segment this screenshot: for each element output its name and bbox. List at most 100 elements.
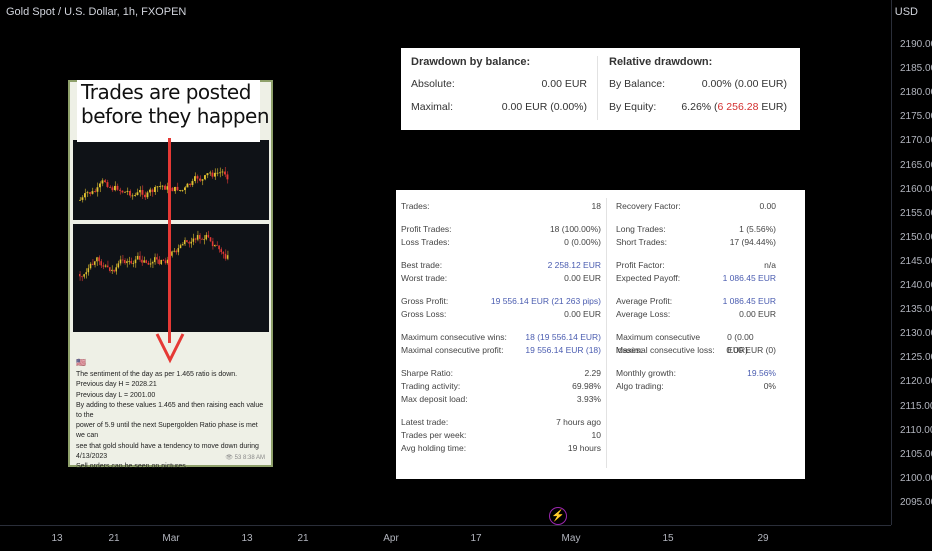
mini-candle bbox=[192, 238, 195, 242]
mini-candle bbox=[226, 174, 229, 180]
time-tick: 21 bbox=[108, 533, 120, 544]
mini-candle bbox=[216, 245, 218, 246]
mini-chart-top bbox=[73, 140, 269, 220]
mini-candle bbox=[160, 259, 162, 265]
maximal-value: 0.00 EUR (0.00%) bbox=[501, 101, 587, 113]
mini-candle bbox=[164, 185, 166, 190]
stat-value: 7 hours ago bbox=[556, 417, 601, 427]
stat-value: 1 086.45 EUR bbox=[722, 273, 776, 283]
mini-candle bbox=[143, 260, 145, 263]
symbol-title[interactable]: Gold Spot / U.S. Dollar, 1h, FXOPEN bbox=[6, 6, 186, 18]
mini-candle bbox=[179, 190, 181, 191]
stat-row: Trades: 18 bbox=[401, 200, 601, 213]
mini-candle bbox=[177, 248, 180, 253]
mini-candle bbox=[201, 179, 204, 181]
stat-value: 0.00 EUR bbox=[564, 309, 601, 319]
stat-row: Maximal consecutive profit: 19 556.14 EUR… bbox=[401, 344, 601, 357]
mini-candle bbox=[94, 261, 96, 265]
mini-candle bbox=[104, 180, 106, 183]
stat-row: Max deposit load: 3.93% bbox=[401, 393, 601, 406]
mini-candle bbox=[159, 186, 161, 187]
stat-label: Maximum consecutive wins: bbox=[401, 332, 507, 342]
stat-value: 0 (0.00%) bbox=[564, 237, 601, 247]
by-equity-suffix: EUR) bbox=[758, 101, 787, 113]
stat-label: Profit Trades: bbox=[401, 224, 452, 234]
time-axis[interactable]: 13 21 Mar 13 21 Apr 17 May 15 29 bbox=[0, 525, 891, 551]
stat-row: Monthly growth: 19.56% bbox=[616, 367, 776, 380]
stat-value: 10 bbox=[591, 430, 601, 440]
mini-candle bbox=[119, 189, 121, 191]
divider bbox=[606, 198, 607, 468]
price-tick: 2180.00 bbox=[900, 87, 932, 99]
stat-row: Gross Profit: 19 556.14 EUR (21 263 pips) bbox=[401, 295, 601, 308]
stats-right-column: Recovery Factor: 0.00 Long Trades: 1 (5.56%… bbox=[616, 200, 776, 393]
mini-candle bbox=[216, 172, 219, 174]
stat-label: Best trade: bbox=[401, 260, 443, 270]
mini-candle bbox=[162, 259, 165, 261]
stat-value: 17 (94.44%) bbox=[729, 237, 776, 247]
by-balance-value: 0.00% (0.00 EUR) bbox=[701, 78, 787, 90]
absolute-value: 0.00 EUR bbox=[541, 78, 587, 90]
stat-value: 0% bbox=[763, 381, 776, 391]
price-axis[interactable]: 2190.00 2185.00 2180.00 2175.00 2170.00 2165.… bbox=[891, 0, 932, 525]
stat-value: 18 (19 556.14 EUR) bbox=[525, 332, 601, 342]
stat-row: Algo trading: 0% bbox=[616, 380, 776, 393]
divider bbox=[597, 56, 598, 120]
stat-row: Recovery Factor: 0.00 bbox=[616, 200, 776, 213]
mini-candle bbox=[130, 260, 132, 264]
mini-candle bbox=[124, 191, 126, 193]
time-tick: Mar bbox=[162, 533, 180, 544]
mini-candle bbox=[96, 257, 98, 262]
stat-row: Sharpe Ratio: 2.29 bbox=[401, 367, 601, 380]
price-tick: 2120.00 bbox=[900, 376, 932, 388]
mini-candle bbox=[109, 186, 111, 188]
mini-candle bbox=[156, 186, 159, 188]
stat-row: Trades per week: 10 bbox=[401, 429, 601, 442]
mini-candle bbox=[128, 260, 130, 262]
stat-row: Long Trades: 1 (5.56%) bbox=[616, 223, 776, 236]
stat-row: Loss Trades: 0 (0.00%) bbox=[401, 236, 601, 249]
mini-candle bbox=[114, 185, 116, 191]
red-arrow-line bbox=[168, 138, 171, 343]
mini-candle bbox=[181, 190, 184, 191]
stat-value: 0.00 EUR bbox=[564, 273, 601, 283]
stat-value: 18 bbox=[591, 201, 601, 211]
time-tick: 21 bbox=[297, 533, 309, 544]
mini-candle bbox=[139, 255, 141, 260]
stat-row: Best trade: 2 258.12 EUR bbox=[401, 259, 601, 272]
mini-candle bbox=[188, 242, 190, 244]
stat-label: Short Trades: bbox=[616, 237, 668, 247]
mini-candle bbox=[109, 267, 111, 271]
mini-candle bbox=[226, 255, 229, 259]
time-tick: 17 bbox=[470, 533, 482, 544]
lightning-icon[interactable]: ⚡ bbox=[549, 507, 567, 525]
mini-candle bbox=[176, 186, 179, 191]
price-tick: 2150.00 bbox=[900, 231, 932, 243]
mini-candle bbox=[104, 265, 107, 267]
mini-candle bbox=[136, 255, 139, 260]
mini-candle bbox=[134, 194, 136, 196]
stat-value: 1 (5.56%) bbox=[739, 224, 776, 234]
stat-value: 69.98% bbox=[572, 381, 601, 391]
by-balance-label: By Balance: bbox=[609, 78, 666, 90]
post-text-line: Previous day H = 2028.21 bbox=[76, 381, 157, 389]
mini-candle bbox=[116, 185, 119, 190]
mini-candle bbox=[131, 195, 134, 197]
stat-label: Average Loss: bbox=[616, 309, 671, 319]
price-tick: 2130.00 bbox=[900, 328, 932, 340]
mini-candle bbox=[85, 272, 87, 275]
mini-candle bbox=[175, 250, 177, 253]
drawdown-card: Drawdown by balance: Absolute: 0.00 EUR M… bbox=[401, 48, 800, 130]
mini-candle bbox=[81, 197, 84, 200]
stat-value: 2 258.12 EUR bbox=[547, 260, 601, 270]
price-tick: 2155.00 bbox=[900, 207, 932, 219]
mini-candle bbox=[126, 261, 128, 264]
mini-candle bbox=[196, 235, 199, 240]
mini-candle bbox=[106, 265, 109, 268]
drawdown-by-balance-title: Drawdown by balance: bbox=[411, 56, 531, 68]
stat-value: n/a bbox=[764, 260, 776, 270]
mini-chart-bottom bbox=[73, 224, 269, 332]
mini-candle bbox=[209, 172, 211, 174]
mini-candle bbox=[206, 173, 209, 176]
mini-candle bbox=[136, 192, 139, 195]
